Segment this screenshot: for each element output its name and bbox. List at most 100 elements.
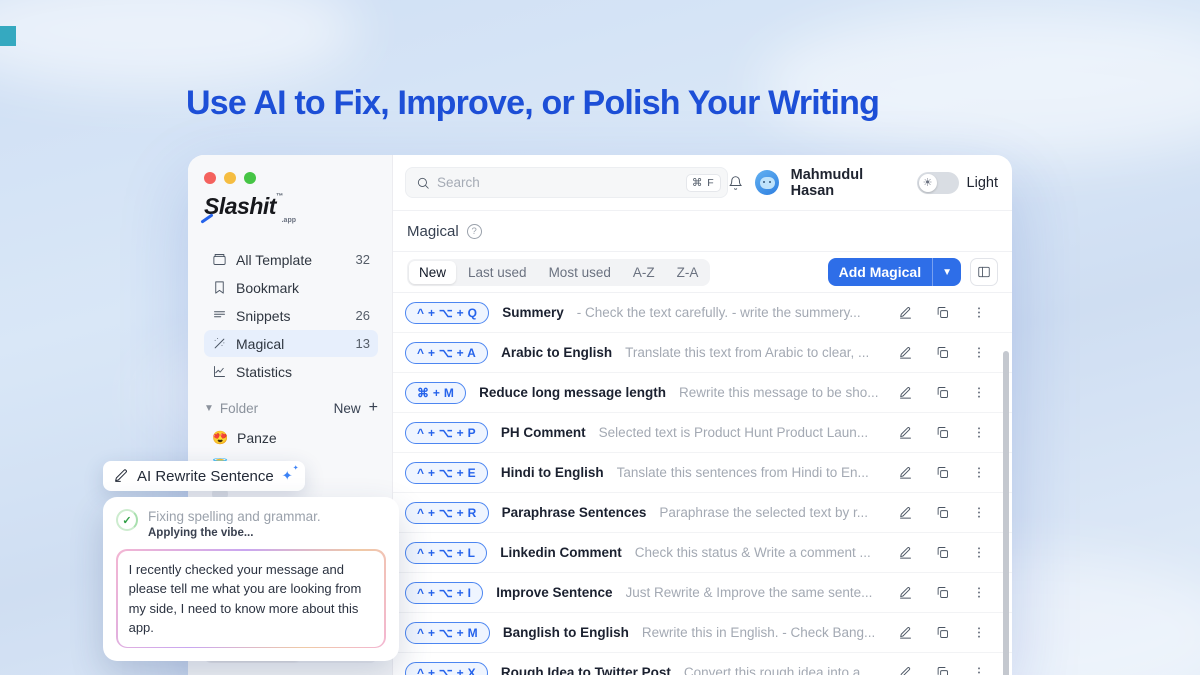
edit-template-button[interactable] <box>898 305 913 320</box>
kebab-menu-icon <box>972 585 986 600</box>
copy-template-button[interactable] <box>935 505 950 520</box>
template-description: - Check the text carefully. - write the … <box>577 305 885 320</box>
copy-template-button[interactable] <box>935 305 950 320</box>
copy-template-button[interactable] <box>935 545 950 560</box>
edit-template-button[interactable] <box>898 585 913 600</box>
template-row[interactable]: ^ + ⌥ + LLinkedin CommentCheck this stat… <box>393 533 1012 573</box>
sidebar-item-magical[interactable]: Magical13 <box>204 330 378 357</box>
theme-toggle[interactable]: ☀ <box>917 172 959 194</box>
app-logo: Slashit™ .app <box>204 193 296 224</box>
shortcut-badge: ^ + ⌥ + R <box>405 502 489 524</box>
row-menu-button[interactable] <box>972 385 986 400</box>
template-row[interactable]: ^ + ⌥ + IImprove SentenceJust Rewrite & … <box>393 573 1012 613</box>
sort-tab-a-z[interactable]: A-Z <box>623 261 665 284</box>
template-row[interactable]: ^ + ⌥ + MBanglish to EnglishRewrite this… <box>393 613 1012 653</box>
kebab-menu-icon <box>972 425 986 440</box>
template-row[interactable]: ^ + ⌥ + RParaphrase SentencesParaphrase … <box>393 493 1012 533</box>
template-row[interactable]: ^ + ⌥ + QSummery- Check the text careful… <box>393 293 1012 333</box>
bell-icon[interactable] <box>728 175 743 191</box>
minimize-window-button[interactable] <box>224 172 236 184</box>
row-menu-button[interactable] <box>972 465 986 480</box>
search-input[interactable] <box>437 175 686 190</box>
template-list: ^ + ⌥ + QSummery- Check the text careful… <box>393 293 1012 675</box>
copy-template-button[interactable] <box>935 465 950 480</box>
layout-panel-icon <box>977 265 991 279</box>
folder-label: Folder <box>220 401 258 416</box>
teal-edge-decoration <box>0 26 16 46</box>
sort-tab-z-a[interactable]: Z-A <box>667 261 709 284</box>
copy-template-button[interactable] <box>935 385 950 400</box>
archive-icon <box>212 252 227 267</box>
user-avatar[interactable] <box>755 170 779 195</box>
edit-template-button[interactable] <box>898 545 913 560</box>
row-menu-button[interactable] <box>972 425 986 440</box>
pencil-icon <box>898 345 913 360</box>
plus-icon[interactable]: + <box>369 400 378 416</box>
row-menu-button[interactable] <box>972 505 986 520</box>
shortcut-badge: ^ + ⌥ + I <box>405 582 483 604</box>
row-menu-button[interactable] <box>972 345 986 360</box>
row-menu-button[interactable] <box>972 585 986 600</box>
row-menu-button[interactable] <box>972 665 986 675</box>
template-row[interactable]: ⌘ + MReduce long message lengthRewrite t… <box>393 373 1012 413</box>
sort-tab-most-used[interactable]: Most used <box>539 261 621 284</box>
shortcut-badge: ^ + ⌥ + P <box>405 422 488 444</box>
sidebar-item-all-template[interactable]: All Template32 <box>204 246 378 273</box>
sort-tab-new[interactable]: New <box>409 261 456 284</box>
theme-label: Light <box>967 175 998 191</box>
scrollbar[interactable] <box>1003 351 1009 675</box>
row-actions <box>898 425 986 440</box>
row-actions <box>898 465 986 480</box>
edit-template-button[interactable] <box>898 465 913 480</box>
close-window-button[interactable] <box>204 172 216 184</box>
topbar: ⌘ F Mahmudul Hasan ☀ Light <box>393 155 1012 211</box>
item-count-badge: 32 <box>356 252 370 267</box>
pencil-icon <box>898 465 913 480</box>
template-row[interactable]: ^ + ⌥ + XRough Idea to Twitter PostConve… <box>393 653 1012 675</box>
copy-template-button[interactable] <box>935 665 950 675</box>
copy-icon <box>935 585 950 600</box>
row-menu-button[interactable] <box>972 625 986 640</box>
sparkles-icon: ✦ <box>282 468 293 484</box>
row-menu-button[interactable] <box>972 545 986 560</box>
pencil-icon <box>898 585 913 600</box>
edit-template-button[interactable] <box>898 625 913 640</box>
copy-template-button[interactable] <box>935 625 950 640</box>
page-title: Use AI to Fix, Improve, or Polish Your W… <box>186 84 879 123</box>
sidebar-item-snippets[interactable]: Snippets26 <box>204 302 378 329</box>
pencil-icon <box>898 385 913 400</box>
copy-template-button[interactable] <box>935 345 950 360</box>
copy-template-button[interactable] <box>935 585 950 600</box>
add-magical-button[interactable]: Add Magical ▼ <box>828 258 961 286</box>
edit-template-button[interactable] <box>898 345 913 360</box>
copy-icon <box>935 505 950 520</box>
theme-control: ☀ Light <box>917 172 998 194</box>
template-description: Translate this text from Arabic to clear… <box>625 345 885 360</box>
edit-template-button[interactable] <box>898 665 913 675</box>
ai-rewrite-popup[interactable]: AI Rewrite Sentence ✦ <box>103 461 305 491</box>
template-row[interactable]: ^ + ⌥ + AArabic to EnglishTranslate this… <box>393 333 1012 373</box>
help-icon[interactable]: ? <box>467 224 482 239</box>
template-title: Rough Idea to Twitter Post <box>501 665 671 675</box>
search-box[interactable]: ⌘ F <box>405 167 728 198</box>
sidebar-item-bookmark[interactable]: Bookmark <box>204 274 378 301</box>
toggle-panel-button[interactable] <box>970 258 998 286</box>
new-folder-button[interactable]: New <box>334 401 361 416</box>
template-description: Selected text is Product Hunt Product La… <box>599 425 885 440</box>
sort-tab-last-used[interactable]: Last used <box>458 261 537 284</box>
rewritten-message: I recently checked your message and plea… <box>118 551 385 647</box>
edit-template-button[interactable] <box>898 425 913 440</box>
edit-template-button[interactable] <box>898 385 913 400</box>
maximize-window-button[interactable] <box>244 172 256 184</box>
template-row[interactable]: ^ + ⌥ + P PH Comment Selected text is Prod… <box>393 413 1012 453</box>
sidebar-item-statistics[interactable]: Statistics <box>204 358 378 385</box>
chevron-down-icon[interactable]: ▼ <box>932 258 961 286</box>
row-menu-button[interactable] <box>972 305 986 320</box>
edit-template-button[interactable] <box>898 505 913 520</box>
chevron-down-icon[interactable]: ▼ <box>204 403 214 414</box>
template-row[interactable]: ^ + ⌥ + EHindi to EnglishTanslate this s… <box>393 453 1012 493</box>
template-title: PH Comment <box>501 425 586 440</box>
copy-template-button[interactable] <box>935 425 950 440</box>
row-actions <box>898 585 986 600</box>
folder-item-panze[interactable]: 😍Panze <box>204 424 378 451</box>
